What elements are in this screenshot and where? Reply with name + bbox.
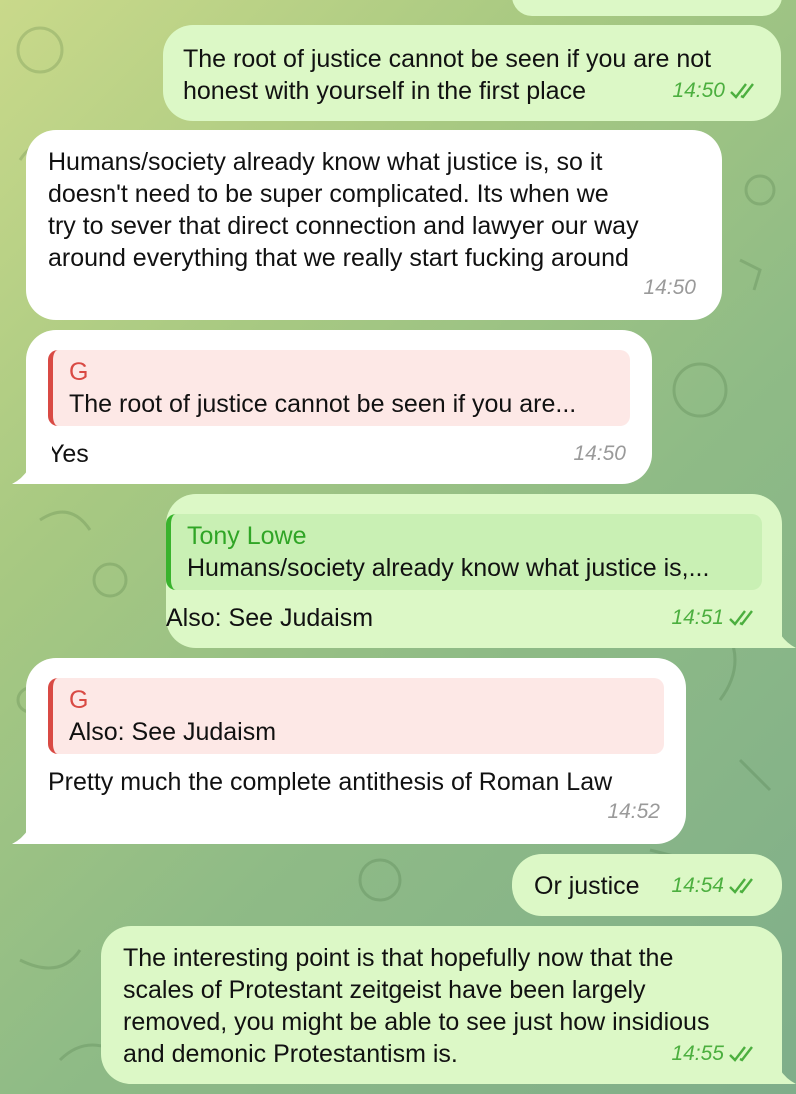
message-text: The root of justice cannot be seen if yo… [183,45,712,105]
quote-sender-name: Tony Lowe [187,522,307,550]
message-time: 14:52 [607,800,660,823]
double-check-icon [729,1046,753,1062]
quote-sender-name: G [69,686,89,714]
message-text: The interesting point is that hopefully … [123,944,710,1068]
reply-quote[interactable]: G Also: See Judaism [48,678,664,754]
bubble-tail [756,1044,796,1084]
message-outgoing-reply[interactable]: Tony Lowe Humans/society already know wh… [166,494,796,648]
message-bubble-partial[interactable] [512,0,782,16]
bubble-tail [12,804,52,844]
double-check-icon [729,878,753,894]
message-outgoing[interactable]: Or justice 14:54 [512,854,782,916]
double-check-icon [729,610,753,626]
message-incoming-reply[interactable]: G The root of justice cannot be seen if … [12,330,652,484]
message-text: Humans/society already know what justice… [48,148,639,272]
bubble-tail [756,608,796,648]
message-incoming-reply[interactable]: G Also: See Judaism Pretty much the comp… [12,658,686,844]
message-time: 14:50 [643,276,696,299]
message-time: 14:51 [671,602,758,634]
message-text: Or justice [534,872,640,900]
double-check-icon [730,83,754,99]
quote-text: Humans/society already know what justice… [187,554,710,582]
bubble-tail [12,444,52,484]
quote-text: The root of justice cannot be seen if yo… [69,390,577,418]
quote-text: Also: See Judaism [69,718,277,746]
message-time: 14:55 [671,1038,758,1070]
quote-sender-name: G [69,358,89,386]
reply-quote[interactable]: Tony Lowe Humans/society already know wh… [166,514,762,590]
message-time: 14:50 [672,75,759,107]
message-outgoing[interactable]: The root of justice cannot be seen if yo… [163,25,781,121]
message-text: Yes [48,440,89,468]
message-text: Pretty much the complete antithesis of R… [48,768,613,796]
reply-quote[interactable]: G The root of justice cannot be seen if … [48,350,630,426]
message-outgoing[interactable]: The interesting point is that hopefully … [101,926,796,1084]
message-time: 14:54 [671,870,758,902]
message-incoming[interactable]: Humans/society already know what justice… [26,130,722,320]
message-text: Also: See Judaism [166,604,374,632]
message-time: 14:50 [573,442,626,465]
